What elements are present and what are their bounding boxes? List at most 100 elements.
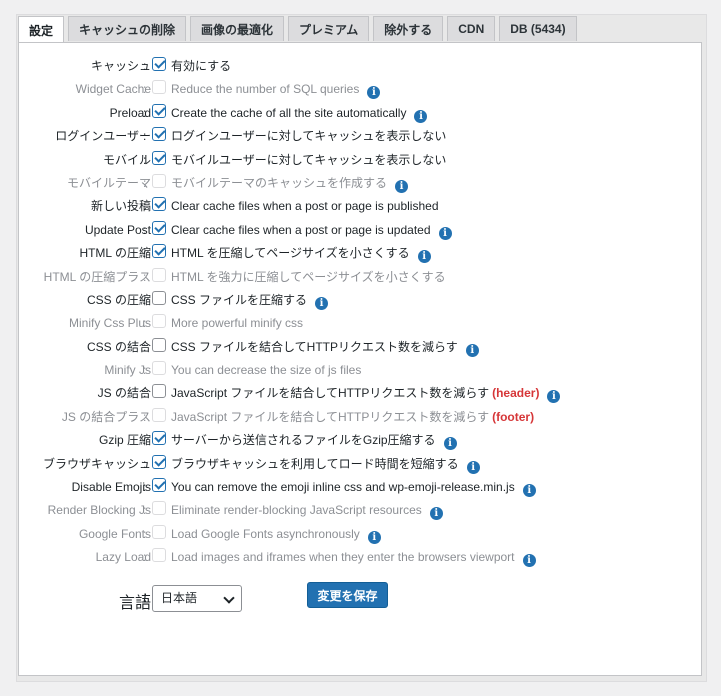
setting-checkbox[interactable] (152, 337, 166, 352)
setting-checkbox (152, 314, 166, 329)
setting-checkbox[interactable] (152, 197, 166, 212)
setting-description-text: You can decrease the size of js files (171, 363, 362, 378)
setting-description: CSS ファイルを圧縮する i (171, 292, 329, 310)
setting-checkbox[interactable] (152, 150, 166, 165)
setting-description-text: More powerful minify css (171, 316, 304, 331)
setting-description-text: モバイルユーザーに対してキャッシュを表示しない (171, 152, 447, 167)
setting-row: Render Blocking Js: Eliminate render-bloc… (19, 499, 701, 522)
setting-row: Widget Cache: Reduce the number of SQL qu… (19, 78, 701, 101)
tab-4[interactable]: 除外する (373, 16, 444, 41)
setting-row: Preload: Create the cache of all the site… (19, 102, 701, 125)
setting-colon: : (143, 503, 147, 518)
chevron-down-icon (223, 592, 235, 604)
setting-checkbox (152, 173, 166, 188)
tab-1[interactable]: キャッシュの削除 (68, 16, 187, 41)
setting-description-text: ブラウザキャッシュを利用してロード時間を短縮する (171, 456, 459, 471)
setting-row: HTML の圧縮: HTML を圧縮してページサイズを小さくする i (19, 242, 701, 265)
setting-description-text: HTML を圧縮してページサイズを小さくする (171, 246, 410, 261)
settings-list: キャッシュ: 有効にする Widget Cache: Reduce the numbe… (19, 55, 701, 570)
info-icon[interactable]: i (417, 250, 431, 264)
setting-checkbox[interactable] (152, 290, 166, 305)
setting-description: HTML を圧縮してページサイズを小さくする i (171, 245, 431, 264)
info-icon[interactable]: i (466, 460, 480, 474)
setting-colon: : (143, 363, 147, 378)
setting-checkbox[interactable] (152, 220, 166, 235)
info-icon[interactable]: i (443, 437, 457, 451)
setting-description-text: HTML を強力に圧縮してページサイズを小さくする (171, 269, 446, 284)
setting-label: HTML の圧縮プラス (43, 269, 151, 284)
save-button[interactable]: 変更を保存 (307, 582, 388, 608)
setting-description-text: Create the cache of all the site automat… (171, 105, 407, 120)
setting-description-text: CSS ファイルを結合してHTTPリクエスト数を減らす (171, 339, 458, 354)
info-icon[interactable]: i (367, 86, 381, 100)
setting-checkbox[interactable] (152, 127, 166, 142)
setting-colon: : (143, 456, 147, 471)
setting-highlight: (header) (492, 386, 540, 401)
setting-checkbox[interactable] (152, 384, 166, 399)
info-icon[interactable]: i (315, 296, 329, 310)
setting-label: HTML の圧縮 (79, 246, 151, 261)
setting-colon: : (143, 480, 147, 495)
setting-description-text: ログインユーザーに対してキャッシュを表示しない (171, 129, 447, 144)
info-icon[interactable]: i (465, 343, 479, 357)
setting-row: Minify Css Plus: More powerful minify css (19, 312, 701, 335)
setting-colon: : (143, 246, 147, 261)
setting-row: Disable Emojis: You can remove the emoji … (19, 476, 701, 499)
setting-checkbox[interactable] (152, 103, 166, 118)
info-icon[interactable]: i (522, 484, 536, 498)
setting-description: ブラウザキャッシュを利用してロード時間を短縮する i (171, 456, 480, 474)
info-icon[interactable]: i (367, 530, 381, 544)
info-icon[interactable]: i (429, 507, 443, 521)
setting-description-text: JavaScript ファイルを結合してHTTPリクエスト数を減らす (171, 409, 490, 424)
setting-description: You can remove the emoji inline css and … (171, 479, 536, 498)
setting-row: ログインユーザー: ログインユーザーに対してキャッシュを表示しない (19, 125, 701, 148)
setting-checkbox (152, 80, 166, 95)
setting-label: CSS の結合 (86, 339, 151, 354)
setting-label: Widget Cache (75, 82, 151, 97)
tab-bar: 設定 キャッシュの削除 画像の最適化 プレミアム 除外する CDN DB (5434) (18, 16, 577, 43)
setting-description: Clear cache files when a post or page is… (171, 198, 439, 214)
setting-row: Minify Js: You can decrease the size of j… (19, 359, 701, 382)
setting-description: Create the cache of all the site automat… (171, 105, 428, 123)
tab-5[interactable]: CDN (447, 16, 496, 41)
info-icon[interactable]: i (414, 109, 428, 123)
setting-description: Eliminate render-blocking JavaScript res… (171, 502, 443, 521)
setting-description: JavaScript ファイルを結合してHTTPリクエスト数を減らす (heade… (171, 385, 561, 404)
setting-colon: : (143, 59, 147, 73)
setting-description: Reduce the number of SQL queries i (171, 81, 381, 100)
setting-checkbox[interactable] (152, 57, 166, 71)
setting-row: 新しい投稿: Clear cache files when a post or p… (19, 195, 701, 218)
setting-row: キャッシュ: 有効にする (19, 55, 701, 78)
tab-0[interactable]: 設定 (18, 16, 65, 43)
setting-description-text: You can remove the emoji inline css and … (171, 480, 515, 495)
setting-checkbox (152, 501, 166, 516)
info-icon[interactable]: i (522, 554, 536, 568)
setting-label: Render Blocking Js (47, 503, 151, 518)
setting-row: モバイルテーマ: モバイルテーマのキャッシュを作成する i (19, 172, 701, 195)
setting-colon: : (143, 105, 147, 120)
setting-description-text: JavaScript ファイルを結合してHTTPリクエスト数を減らす (171, 386, 490, 401)
setting-label: Disable Emojis (71, 480, 151, 495)
setting-colon: : (143, 292, 147, 307)
setting-description-text: 有効にする (171, 59, 232, 73)
tab-3[interactable]: プレミアム (288, 16, 370, 41)
setting-colon: : (143, 269, 147, 284)
setting-description: ログインユーザーに対してキャッシュを表示しない (171, 128, 446, 144)
setting-description: More powerful minify css (171, 315, 303, 331)
info-icon[interactable]: i (438, 226, 452, 240)
tab-6[interactable]: DB (5434) (499, 16, 577, 41)
setting-checkbox[interactable] (152, 244, 166, 259)
setting-label: ログインユーザー (55, 129, 151, 144)
setting-checkbox[interactable] (152, 478, 166, 493)
setting-checkbox[interactable] (152, 431, 166, 446)
setting-description-text: モバイルテーマのキャッシュを作成する (171, 175, 388, 190)
info-icon[interactable]: i (395, 179, 409, 193)
setting-checkbox[interactable] (152, 454, 166, 469)
language-select[interactable]: 日本語 (152, 585, 242, 612)
setting-row: Gzip 圧縮: サーバーから送信されるファイルをGzip圧縮する i (19, 429, 701, 452)
setting-colon: : (143, 550, 147, 565)
setting-row: Lazy Load: Load images and iframes when t… (19, 546, 701, 569)
info-icon[interactable]: i (547, 390, 561, 404)
setting-row: CSS の結合: CSS ファイルを結合してHTTPリクエスト数を減らす i (19, 336, 701, 359)
tab-2[interactable]: 画像の最適化 (190, 16, 285, 41)
